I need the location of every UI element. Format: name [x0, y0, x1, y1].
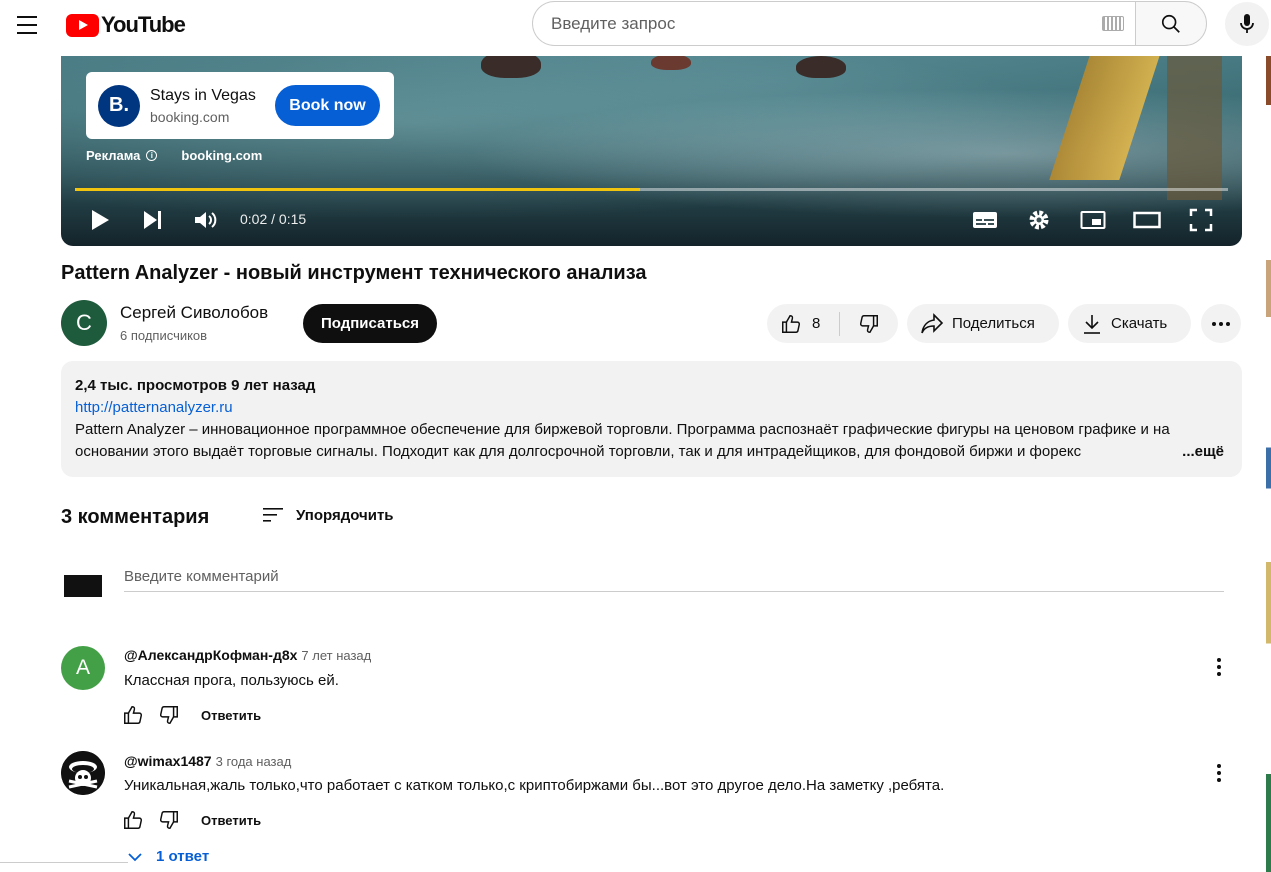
youtube-logo[interactable]: YouTube: [66, 12, 186, 38]
comment-text: Классная прога, пользуюсь ей.: [124, 672, 339, 689]
comments-count: 3 комментария: [61, 506, 210, 528]
comment-dislike-icon[interactable]: [151, 700, 187, 730]
replies-count: 1 ответ: [156, 848, 210, 865]
comment-like-icon[interactable]: [115, 700, 151, 730]
volume-icon[interactable]: [193, 200, 219, 240]
ad-label-row: Реклама i booking.com: [86, 148, 262, 163]
view-count-and-date: 2,4 тыс. просмотров 9 лет назад: [75, 377, 316, 394]
current-user-avatar: [64, 575, 102, 597]
subscribe-button[interactable]: Подписаться: [303, 304, 437, 343]
ad-card[interactable]: B. Stays in Vegas booking.com Book now: [86, 72, 394, 139]
comment-menu-icon[interactable]: [1207, 758, 1231, 788]
sidebar-thumbnails-edge: [1266, 56, 1271, 872]
share-icon: [921, 312, 944, 333]
comment-author-row: @wimax1487 3 года назад: [124, 753, 291, 769]
logo-text: YouTube: [101, 12, 186, 37]
comment-author[interactable]: @wimax1487: [124, 753, 212, 769]
comment-author-row: @АлександрКофман-д8х 7 лет назад: [124, 647, 371, 663]
subscriber-count: 6 подписчиков: [120, 328, 208, 343]
time-display: 0:02 / 0:15: [240, 211, 307, 227]
comment-time[interactable]: 3 года назад: [216, 754, 292, 769]
comment-actions: Ответить: [115, 805, 261, 835]
comment-input[interactable]: [124, 562, 1224, 592]
dislike-button[interactable]: [840, 304, 898, 343]
ad-label: Реклама: [86, 148, 141, 163]
settings-gear-icon[interactable]: [1025, 200, 1053, 240]
comment-author-avatar[interactable]: А: [61, 646, 105, 690]
like-count: 8: [812, 315, 821, 332]
share-label: Поделиться: [952, 315, 1035, 332]
comment-text: Уникальная,жаль только,что работает с ка…: [124, 777, 945, 794]
ad-domain: booking.com: [150, 108, 230, 125]
channel-avatar[interactable]: С: [61, 300, 107, 346]
more-actions-icon[interactable]: [1201, 304, 1241, 343]
swimmer-figure: [796, 56, 846, 78]
miniplayer-icon[interactable]: [1079, 200, 1107, 240]
ad-book-now-button[interactable]: Book now: [275, 85, 380, 126]
thumbs-down-icon: [859, 314, 878, 333]
keyboard-icon[interactable]: [1102, 16, 1124, 31]
comment-time[interactable]: 7 лет назад: [301, 648, 371, 663]
show-replies-button[interactable]: 1 ответ: [126, 848, 209, 865]
video-player[interactable]: B. Stays in Vegas booking.com Book now Р…: [61, 40, 1242, 246]
comment-like-icon[interactable]: [115, 805, 151, 835]
reply-button[interactable]: Ответить: [201, 708, 261, 723]
download-icon: [1084, 314, 1100, 334]
description-text: Pattern Analyzer – инновационное програм…: [75, 421, 1170, 460]
search-button[interactable]: [1135, 1, 1207, 46]
comment-dislike-icon[interactable]: [151, 805, 187, 835]
show-more-button[interactable]: ...ещё: [1142, 441, 1224, 463]
sort-comments-button[interactable]: Упорядочить: [262, 506, 394, 524]
share-button[interactable]: Поделиться: [907, 304, 1059, 343]
progress-bar[interactable]: [75, 188, 1228, 191]
ad-title: Stays in Vegas: [150, 86, 256, 104]
sort-label: Упорядочить: [296, 506, 394, 524]
youtube-play-icon: [66, 13, 99, 37]
next-icon[interactable]: [141, 200, 165, 240]
pool-wall: [1167, 40, 1222, 200]
comment-author-avatar[interactable]: [61, 751, 105, 795]
download-label: Скачать: [1111, 315, 1168, 332]
ad-site-link[interactable]: booking.com: [181, 148, 262, 163]
top-bar: YouTube: [0, 0, 1271, 56]
voice-search-button[interactable]: [1225, 2, 1269, 46]
advertiser-logo: B.: [98, 84, 140, 127]
chevron-down-icon: [128, 852, 142, 861]
search-icon: [1161, 14, 1180, 33]
microphone-icon: [1240, 14, 1254, 33]
swimmer-figure: [651, 54, 691, 70]
subtitles-icon[interactable]: [971, 200, 999, 240]
search-input[interactable]: [551, 13, 1071, 34]
like-dislike-group: 8: [767, 304, 898, 343]
info-icon[interactable]: i: [146, 150, 158, 161]
video-title: Pattern Analyzer - новый инструмент техн…: [61, 262, 647, 284]
sort-icon: [263, 508, 283, 522]
pirate-skull-avatar-icon: [61, 751, 105, 795]
comment-menu-icon[interactable]: [1207, 652, 1231, 682]
hamburger-menu-icon[interactable]: [10, 8, 44, 42]
thumbs-up-icon: [782, 314, 801, 333]
description-box[interactable]: 2,4 тыс. просмотров 9 лет назад http://p…: [61, 361, 1242, 477]
like-button[interactable]: 8: [767, 304, 839, 343]
play-icon[interactable]: [87, 200, 113, 240]
divider: [0, 862, 128, 863]
comment-author[interactable]: @АлександрКофман-д8х: [124, 647, 297, 663]
description-link[interactable]: http://patternanalyzer.ru: [75, 397, 1228, 419]
theater-mode-icon[interactable]: [1132, 200, 1162, 240]
comment-actions: Ответить: [115, 700, 261, 730]
description-text-wrap: Pattern Analyzer – инновационное програм…: [75, 419, 1228, 463]
progress-played: [75, 188, 640, 191]
player-controls: 0:02 / 0:15: [61, 200, 1242, 240]
search-box: [532, 1, 1136, 46]
fullscreen-icon[interactable]: [1187, 200, 1215, 240]
download-button[interactable]: Скачать: [1068, 304, 1191, 343]
channel-name[interactable]: Сергей Сиволобов: [120, 303, 268, 323]
reply-button[interactable]: Ответить: [201, 813, 261, 828]
